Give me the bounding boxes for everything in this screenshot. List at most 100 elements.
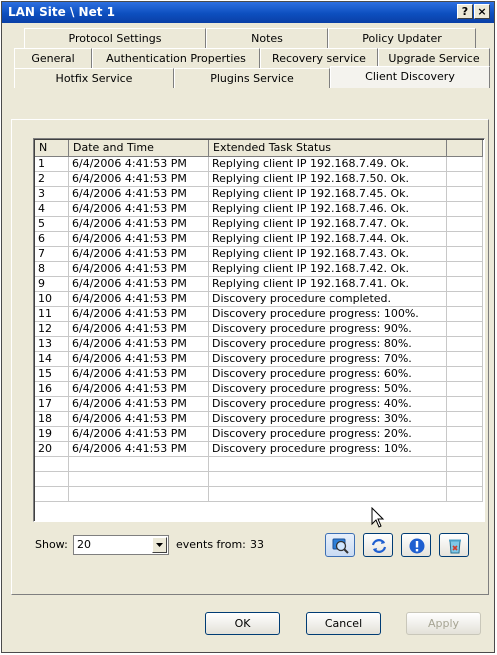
- table-row[interactable]: 14 6/4/2006 4:41:53 PM Discovery procedure…: [35, 352, 483, 367]
- cell-status: Replying client IP 192.168.7.46. Ok.: [209, 202, 447, 217]
- close-button[interactable]: ×: [474, 4, 490, 19]
- events-from-value: 33: [250, 538, 264, 551]
- table-row[interactable]: [35, 472, 483, 487]
- info-button[interactable]: [401, 533, 431, 557]
- cell-filler: [447, 202, 483, 217]
- help-button[interactable]: ?: [457, 4, 473, 19]
- table-row[interactable]: 3 6/4/2006 4:41:53 PM Replying client IP 1…: [35, 187, 483, 202]
- tab-general[interactable]: General: [14, 48, 92, 68]
- table-row[interactable]: 1 6/4/2006 4:41:53 PM Replying client IP 1…: [35, 157, 483, 172]
- table-row[interactable]: 10 6/4/2006 4:41:53 PM Discovery procedure…: [35, 292, 483, 307]
- clear-log-icon: [449, 539, 461, 554]
- table-row[interactable]: 13 6/4/2006 4:41:53 PM Discovery procedure…: [35, 337, 483, 352]
- column-header-n[interactable]: N: [35, 140, 69, 157]
- table-row[interactable]: 2 6/4/2006 4:41:53 PM Replying client IP 1…: [35, 172, 483, 187]
- cell-n: 6: [35, 232, 69, 247]
- cell-filler: [447, 472, 483, 487]
- cell-filler: [447, 277, 483, 292]
- table-row[interactable]: 18 6/4/2006 4:41:53 PM Discovery procedure…: [35, 412, 483, 427]
- cell-n: 19: [35, 427, 69, 442]
- cell-date-time: 6/4/2006 4:41:53 PM: [69, 187, 209, 202]
- cell-status: Replying client IP 192.168.7.43. Ok.: [209, 247, 447, 262]
- table-row[interactable]: 17 6/4/2006 4:41:53 PM Discovery procedure…: [35, 397, 483, 412]
- column-header-status[interactable]: Extended Task Status: [209, 140, 447, 157]
- cell-date-time: 6/4/2006 4:41:53 PM: [69, 277, 209, 292]
- cell-filler: [447, 442, 483, 457]
- table-row[interactable]: 19 6/4/2006 4:41:53 PM Discovery procedure…: [35, 427, 483, 442]
- cell-date-time: 6/4/2006 4:41:53 PM: [69, 307, 209, 322]
- cell-date-time: 6/4/2006 4:41:53 PM: [69, 397, 209, 412]
- show-label: Show:: [35, 538, 68, 551]
- cell-date-time: 6/4/2006 4:41:53 PM: [69, 262, 209, 277]
- tab-recovery-service[interactable]: Recovery service: [260, 48, 378, 68]
- table-row[interactable]: 9 6/4/2006 4:41:53 PM Replying client IP 1…: [35, 277, 483, 292]
- table-row[interactable]: 12 6/4/2006 4:41:53 PM Discovery procedure…: [35, 322, 483, 337]
- cell-date-time: 6/4/2006 4:41:53 PM: [69, 337, 209, 352]
- table-row[interactable]: 11 6/4/2006 4:41:53 PM Discovery procedure…: [35, 307, 483, 322]
- cell-n: 10: [35, 292, 69, 307]
- refresh-icon: [371, 539, 387, 553]
- table-row[interactable]: 6 6/4/2006 4:41:53 PM Replying client IP 1…: [35, 232, 483, 247]
- cell-filler: [447, 412, 483, 427]
- cell-status: [209, 472, 447, 487]
- tab-authentication-properties[interactable]: Authentication Properties: [92, 48, 260, 68]
- cell-status: Replying client IP 192.168.7.44. Ok.: [209, 232, 447, 247]
- clear-log-button[interactable]: [439, 533, 469, 557]
- column-header-filler: [447, 140, 483, 157]
- cell-n: 18: [35, 412, 69, 427]
- refresh-button[interactable]: [363, 533, 393, 557]
- table-row[interactable]: 15 6/4/2006 4:41:53 PM Discovery procedure…: [35, 367, 483, 382]
- tab-policy-updater[interactable]: Policy Updater: [328, 28, 476, 48]
- cell-n: [35, 457, 69, 472]
- tab-notes[interactable]: Notes: [206, 28, 328, 48]
- cell-status: Discovery procedure progress: 90%.: [209, 322, 447, 337]
- dropdown-button[interactable]: [152, 537, 167, 553]
- window-title: LAN Site \ Net 1: [8, 5, 115, 19]
- tab-client-discovery[interactable]: Client Discovery: [330, 66, 490, 88]
- table-row[interactable]: 20 6/4/2006 4:41:53 PM Discovery procedure…: [35, 442, 483, 457]
- search-button[interactable]: [325, 533, 355, 557]
- cell-status: Replying client IP 192.168.7.45. Ok.: [209, 187, 447, 202]
- cell-status: Discovery procedure completed.: [209, 292, 447, 307]
- cell-date-time: 6/4/2006 4:41:53 PM: [69, 292, 209, 307]
- title-bar: LAN Site \ Net 1 ? ×: [2, 2, 494, 23]
- cell-filler: [447, 307, 483, 322]
- cancel-button[interactable]: Cancel: [306, 612, 381, 635]
- tab-hotfix-service[interactable]: Hotfix Service: [14, 68, 174, 88]
- tab-upgrade-service[interactable]: Upgrade Service: [378, 48, 490, 68]
- cell-filler: [447, 487, 483, 502]
- table-row[interactable]: 4 6/4/2006 4:41:53 PM Replying client IP 1…: [35, 202, 483, 217]
- cell-date-time: 6/4/2006 4:41:53 PM: [69, 232, 209, 247]
- cell-n: 20: [35, 442, 69, 457]
- cell-n: 11: [35, 307, 69, 322]
- cell-status: Discovery procedure progress: 100%.: [209, 307, 447, 322]
- cell-filler: [447, 157, 483, 172]
- cell-filler: [447, 172, 483, 187]
- cell-n: 1: [35, 157, 69, 172]
- table-row[interactable]: 5 6/4/2006 4:41:53 PM Replying client IP 1…: [35, 217, 483, 232]
- cell-filler: [447, 367, 483, 382]
- cell-filler: [447, 352, 483, 367]
- help-icon: ?: [461, 5, 469, 18]
- table-header: N Date and Time Extended Task Status: [35, 140, 483, 157]
- cell-date-time: 6/4/2006 4:41:53 PM: [69, 202, 209, 217]
- cell-n: 8: [35, 262, 69, 277]
- cell-status: Discovery procedure progress: 50%.: [209, 382, 447, 397]
- tab-protocol-settings[interactable]: Protocol Settings: [24, 28, 206, 48]
- apply-button[interactable]: Apply: [406, 612, 481, 635]
- cell-status: Discovery procedure progress: 10%.: [209, 442, 447, 457]
- table-row[interactable]: 7 6/4/2006 4:41:53 PM Replying client IP 1…: [35, 247, 483, 262]
- table-row[interactable]: 16 6/4/2006 4:41:53 PM Discovery procedure…: [35, 382, 483, 397]
- cell-status: Replying client IP 192.168.7.49. Ok.: [209, 157, 447, 172]
- column-header-date-time[interactable]: Date and Time: [69, 140, 209, 157]
- tab-plugins-service[interactable]: Plugins Service: [174, 68, 330, 88]
- cell-date-time: 6/4/2006 4:41:53 PM: [69, 412, 209, 427]
- table-row[interactable]: [35, 457, 483, 472]
- ok-button[interactable]: OK: [205, 612, 280, 635]
- table-row[interactable]: [35, 487, 483, 502]
- cell-n: 12: [35, 322, 69, 337]
- events-from-label: events from:: [176, 538, 246, 551]
- show-count-select[interactable]: 20: [73, 535, 169, 555]
- table-row[interactable]: 8 6/4/2006 4:41:53 PM Replying client IP 1…: [35, 262, 483, 277]
- events-table[interactable]: N Date and Time Extended Task Status 1 6/…: [33, 138, 485, 522]
